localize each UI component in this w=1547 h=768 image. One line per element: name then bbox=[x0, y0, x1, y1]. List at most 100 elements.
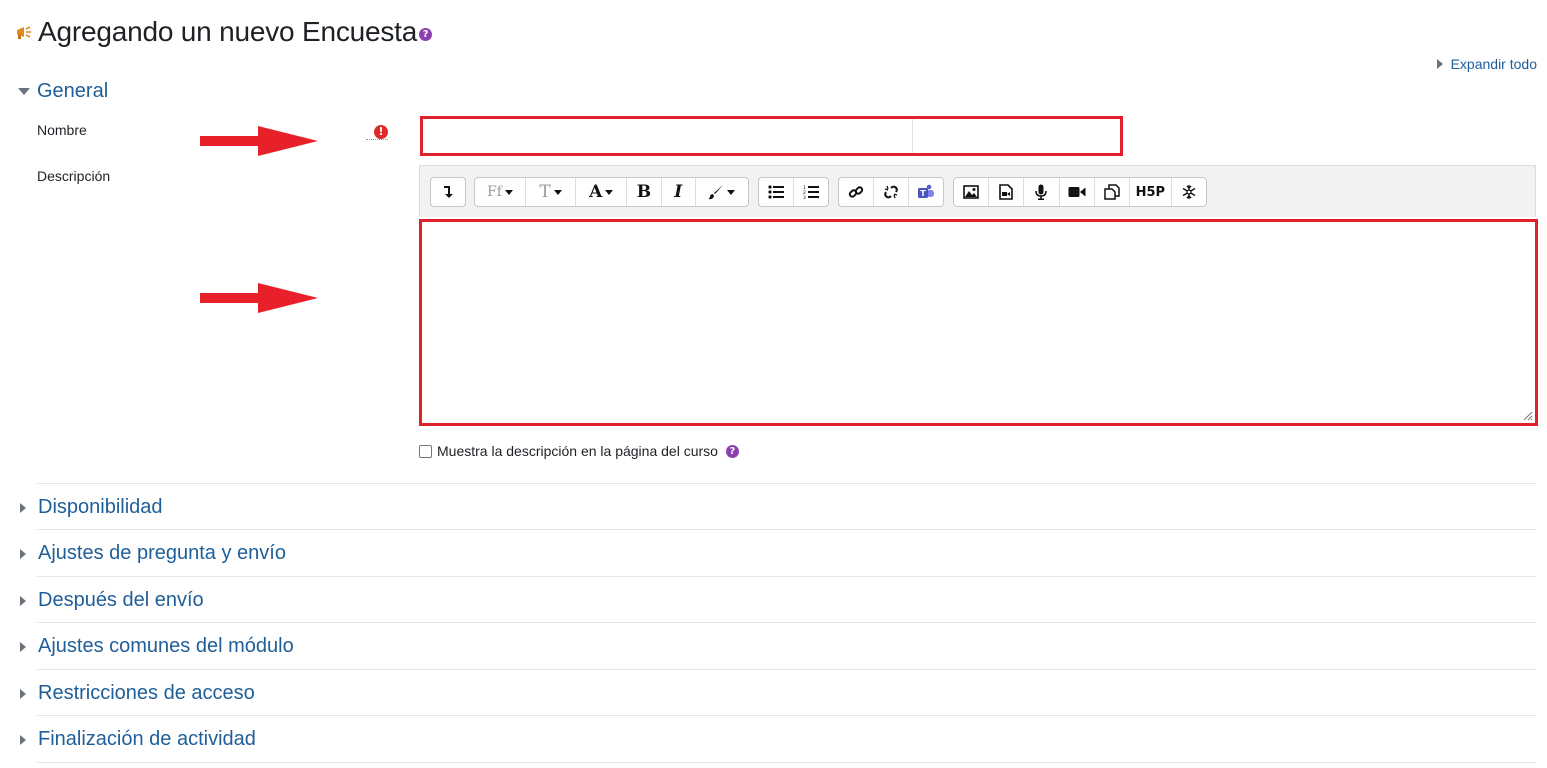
italic-button[interactable]: I bbox=[662, 178, 696, 206]
link-button[interactable] bbox=[839, 178, 875, 206]
section-label: Restricciones de acceso bbox=[38, 682, 255, 704]
caret-right-icon bbox=[20, 641, 26, 652]
expand-all-link[interactable]: Expandir todo bbox=[1436, 56, 1537, 72]
section-general-header[interactable]: General bbox=[18, 80, 108, 103]
file-video-icon bbox=[999, 184, 1014, 200]
caret-right-icon bbox=[1436, 59, 1443, 69]
show-description-row: Muestra la descripción en la página del … bbox=[419, 443, 739, 459]
caret-right-icon bbox=[20, 734, 26, 745]
bold-button[interactable]: B bbox=[627, 178, 662, 206]
show-more-buttons-button[interactable] bbox=[431, 178, 465, 206]
caret-icon bbox=[504, 189, 513, 195]
resize-handle-icon[interactable] bbox=[1521, 409, 1533, 421]
font-color-button[interactable]: A bbox=[576, 178, 628, 206]
show-description-label[interactable]: Muestra la descripción en la página del … bbox=[437, 443, 718, 459]
image-icon bbox=[963, 185, 979, 199]
toolbar-group-lists: 1 2 3 bbox=[758, 177, 829, 207]
font-family-button[interactable]: Ff bbox=[475, 178, 527, 206]
section-divider bbox=[37, 762, 1536, 763]
font-size-label: T bbox=[539, 182, 551, 202]
media-button[interactable] bbox=[989, 178, 1025, 206]
section-divider bbox=[37, 669, 1536, 670]
red-arrow-icon bbox=[200, 126, 318, 156]
manage-files-button[interactable] bbox=[1095, 178, 1130, 206]
toolbar-group-links: T bbox=[838, 177, 944, 207]
section-divider bbox=[37, 483, 1536, 484]
field-divider bbox=[912, 119, 913, 153]
name-label: Nombre bbox=[37, 122, 87, 138]
unlink-button[interactable] bbox=[874, 178, 909, 206]
help-icon[interactable]: ? bbox=[419, 27, 433, 41]
files-icon bbox=[1104, 184, 1120, 200]
description-label: Descripción bbox=[37, 168, 111, 184]
section-label: Después del envío bbox=[38, 589, 204, 611]
list-ol-icon: 1 2 3 bbox=[803, 185, 819, 199]
svg-text:3: 3 bbox=[803, 195, 806, 199]
toolbar-group-collapse bbox=[430, 177, 466, 207]
page-title: Agregando un nuevo Encuesta bbox=[38, 16, 418, 47]
paintbrush-icon bbox=[708, 185, 724, 200]
caret-icon bbox=[727, 189, 736, 195]
section-finalizacion-header[interactable]: Finalización de actividad bbox=[18, 728, 256, 751]
image-button[interactable] bbox=[954, 178, 990, 206]
caret-icon bbox=[553, 189, 562, 195]
record-audio-button[interactable] bbox=[1024, 178, 1060, 206]
section-label: Ajustes comunes del módulo bbox=[38, 635, 294, 657]
unordered-list-button[interactable] bbox=[759, 178, 794, 206]
microphone-icon bbox=[1035, 184, 1048, 200]
font-color-label: A bbox=[589, 182, 603, 202]
caret-icon bbox=[605, 189, 614, 195]
font-size-button[interactable]: T bbox=[526, 178, 577, 206]
h5p-label: H5P bbox=[1135, 184, 1166, 200]
required-icon: ! bbox=[374, 125, 388, 139]
toolbar-group-media: H5P bbox=[953, 177, 1207, 207]
section-ajustes-pregunta-header[interactable]: Ajustes de pregunta y envío bbox=[18, 542, 286, 565]
section-general-label: General bbox=[37, 80, 109, 102]
teams-icon: T bbox=[917, 184, 934, 198]
caret-down-icon bbox=[18, 88, 30, 95]
expand-all-label: Expandir todo bbox=[1450, 56, 1537, 72]
megaphone-icon bbox=[17, 26, 31, 39]
ordered-list-button[interactable]: 1 2 3 bbox=[794, 178, 829, 206]
description-editor[interactable] bbox=[419, 219, 1538, 426]
editor-toolbar: Ff T A B I 1 2 3 T H5P bbox=[419, 165, 1536, 217]
section-restricciones-header[interactable]: Restricciones de acceso bbox=[18, 682, 255, 705]
font-family-label: Ff bbox=[487, 184, 502, 200]
section-ajustes-comunes-header[interactable]: Ajustes comunes del módulo bbox=[18, 635, 294, 658]
svg-text:T: T bbox=[920, 189, 926, 198]
section-divider bbox=[37, 715, 1536, 716]
section-label: Ajustes de pregunta y envío bbox=[38, 542, 286, 564]
name-input[interactable] bbox=[423, 119, 1120, 153]
caret-right-icon bbox=[20, 595, 26, 606]
h5p-button[interactable]: H5P bbox=[1130, 178, 1172, 206]
section-divider bbox=[37, 576, 1536, 577]
section-despues-envio-header[interactable]: Después del envío bbox=[18, 589, 204, 612]
snowflake-icon bbox=[1182, 185, 1196, 199]
description-content[interactable] bbox=[422, 222, 1535, 423]
bold-label: B bbox=[636, 182, 652, 202]
section-divider bbox=[37, 529, 1536, 530]
list-ul-icon bbox=[768, 185, 784, 199]
level-down-icon bbox=[444, 186, 453, 198]
show-description-checkbox[interactable] bbox=[419, 444, 432, 458]
unlink-icon bbox=[884, 185, 898, 199]
link-icon bbox=[848, 186, 864, 198]
accessibility-checker-button[interactable] bbox=[1172, 178, 1206, 206]
section-disponibilidad-header[interactable]: Disponibilidad bbox=[18, 496, 163, 519]
italic-label: I bbox=[674, 182, 683, 202]
caret-right-icon bbox=[20, 502, 26, 513]
section-label: Finalización de actividad bbox=[38, 728, 256, 750]
video-camera-icon bbox=[1068, 187, 1086, 197]
teams-meeting-button[interactable]: T bbox=[909, 178, 943, 206]
red-arrow-icon bbox=[200, 283, 318, 313]
caret-right-icon bbox=[20, 548, 26, 559]
section-label: Disponibilidad bbox=[38, 496, 163, 518]
background-color-button[interactable] bbox=[696, 178, 748, 206]
name-field[interactable] bbox=[420, 116, 1123, 156]
help-icon[interactable]: ? bbox=[725, 444, 739, 458]
caret-right-icon bbox=[20, 688, 26, 699]
record-video-button[interactable] bbox=[1060, 178, 1095, 206]
required-dots bbox=[366, 139, 388, 140]
section-divider bbox=[37, 622, 1536, 623]
page-header: Agregando un nuevo Encuesta ? bbox=[14, 14, 433, 50]
